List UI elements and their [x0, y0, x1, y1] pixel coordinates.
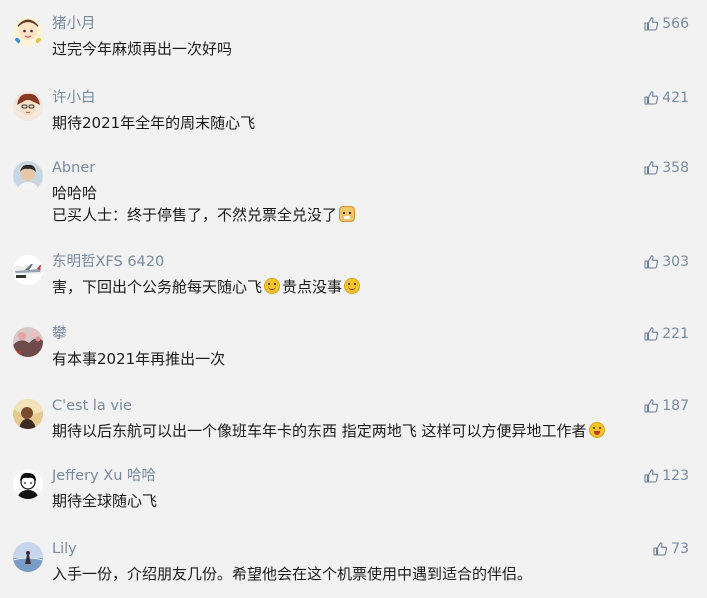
comment-text: 入手一份，介绍朋友几份。希望他会在这个机票使用中遇到适合的伴侣。 [52, 563, 532, 585]
comment-text-segment: 已买人士：终于停售了，不然兑票全兑没了 [52, 206, 338, 224]
thumbs-up-icon [644, 161, 659, 175]
like-count: 303 [662, 254, 689, 270]
like-button[interactable]: 73 [652, 540, 689, 558]
comment-text-segment: 哈哈哈 [52, 184, 98, 202]
comment-text-segment: 有本事2021年再推出一次 [52, 350, 226, 368]
like-count: 566 [662, 16, 689, 32]
comment-text-segment: 期待全球随心飞 [52, 492, 158, 510]
comment-text-segment: 入手一份，介绍朋友几份。希望他会在这个机票使用中遇到适合的伴侣。 [52, 565, 533, 583]
like-button[interactable]: 566 [643, 15, 689, 33]
like-button[interactable]: 123 [643, 467, 689, 485]
thumbs-up-icon [644, 255, 659, 269]
comment-author[interactable]: Jeffery Xu 哈哈 [52, 466, 156, 486]
thumbs-up-icon [644, 91, 659, 105]
like-count: 73 [671, 541, 689, 557]
comment-text-segment: 贵点没事 [282, 278, 343, 296]
comment-author[interactable]: 许小白 [52, 88, 96, 108]
comment-author[interactable]: 东明哲XFS 6420 [52, 252, 164, 272]
comment-text-segment: 过完今年麻烦再出一次好吗 [52, 40, 233, 58]
avatar[interactable] [13, 17, 43, 47]
avatar[interactable] [13, 91, 43, 121]
thumbs-up-icon [644, 469, 659, 483]
comment-text: 害，下回出个公务舱每天随心飞 贵点没事 [52, 276, 362, 298]
like-button[interactable]: 303 [643, 253, 689, 271]
comment-text-segment: 期待2021年全年的周末随心飞 [52, 114, 256, 132]
avatar[interactable] [13, 255, 43, 285]
avatar[interactable] [13, 327, 43, 357]
comment-text: 有本事2021年再推出一次 [52, 348, 225, 370]
thumbs-up-icon [644, 399, 659, 413]
thumbs-up-icon [644, 327, 659, 341]
like-button[interactable]: 187 [643, 397, 689, 415]
like-button[interactable]: 421 [643, 89, 689, 107]
like-count: 123 [662, 468, 689, 484]
smile-emoji [264, 278, 281, 294]
laugh-emoji [588, 422, 605, 438]
thumbs-up-icon [653, 542, 668, 556]
like-count: 358 [662, 160, 689, 176]
like-count: 421 [662, 90, 689, 106]
comment-text: 已买人士：终于停售了，不然兑票全兑没了 [52, 204, 357, 226]
comment-text: 哈哈哈 [52, 182, 97, 204]
like-count: 221 [662, 326, 689, 342]
comment-author[interactable]: 攀 [52, 324, 67, 344]
comment-text: 期待以后东航可以出一个像班车年卡的东西 指定两地飞 这样可以方便异地工作者 [52, 420, 607, 442]
avatar[interactable] [13, 469, 43, 499]
comment-author[interactable]: Abner [52, 158, 95, 178]
comment-text: 过完今年麻烦再出一次好吗 [52, 38, 232, 60]
comment-author[interactable]: C'est la vie [52, 396, 132, 416]
comment-text-segment: 期待以后东航可以出一个像班车年卡的东西 指定两地飞 这样可以方便异地工作者 [52, 422, 587, 440]
avatar[interactable] [13, 542, 43, 572]
thumbs-up-icon [644, 17, 659, 31]
comment-text: 期待2021年全年的周末随心飞 [52, 112, 255, 134]
like-count: 187 [662, 398, 689, 414]
like-button[interactable]: 221 [643, 325, 689, 343]
like-button[interactable]: 358 [643, 159, 689, 177]
comment-text: 期待全球随心飞 [52, 490, 157, 512]
comment-author[interactable]: 猪小月 [52, 14, 96, 34]
comment-text-segment: 害，下回出个公务舱每天随心飞 [52, 278, 263, 296]
smile-emoji [344, 278, 361, 294]
avatar[interactable] [13, 399, 43, 429]
comment-author[interactable]: Lily [52, 539, 77, 559]
doge-emoji [339, 206, 356, 222]
avatar[interactable] [13, 161, 43, 191]
